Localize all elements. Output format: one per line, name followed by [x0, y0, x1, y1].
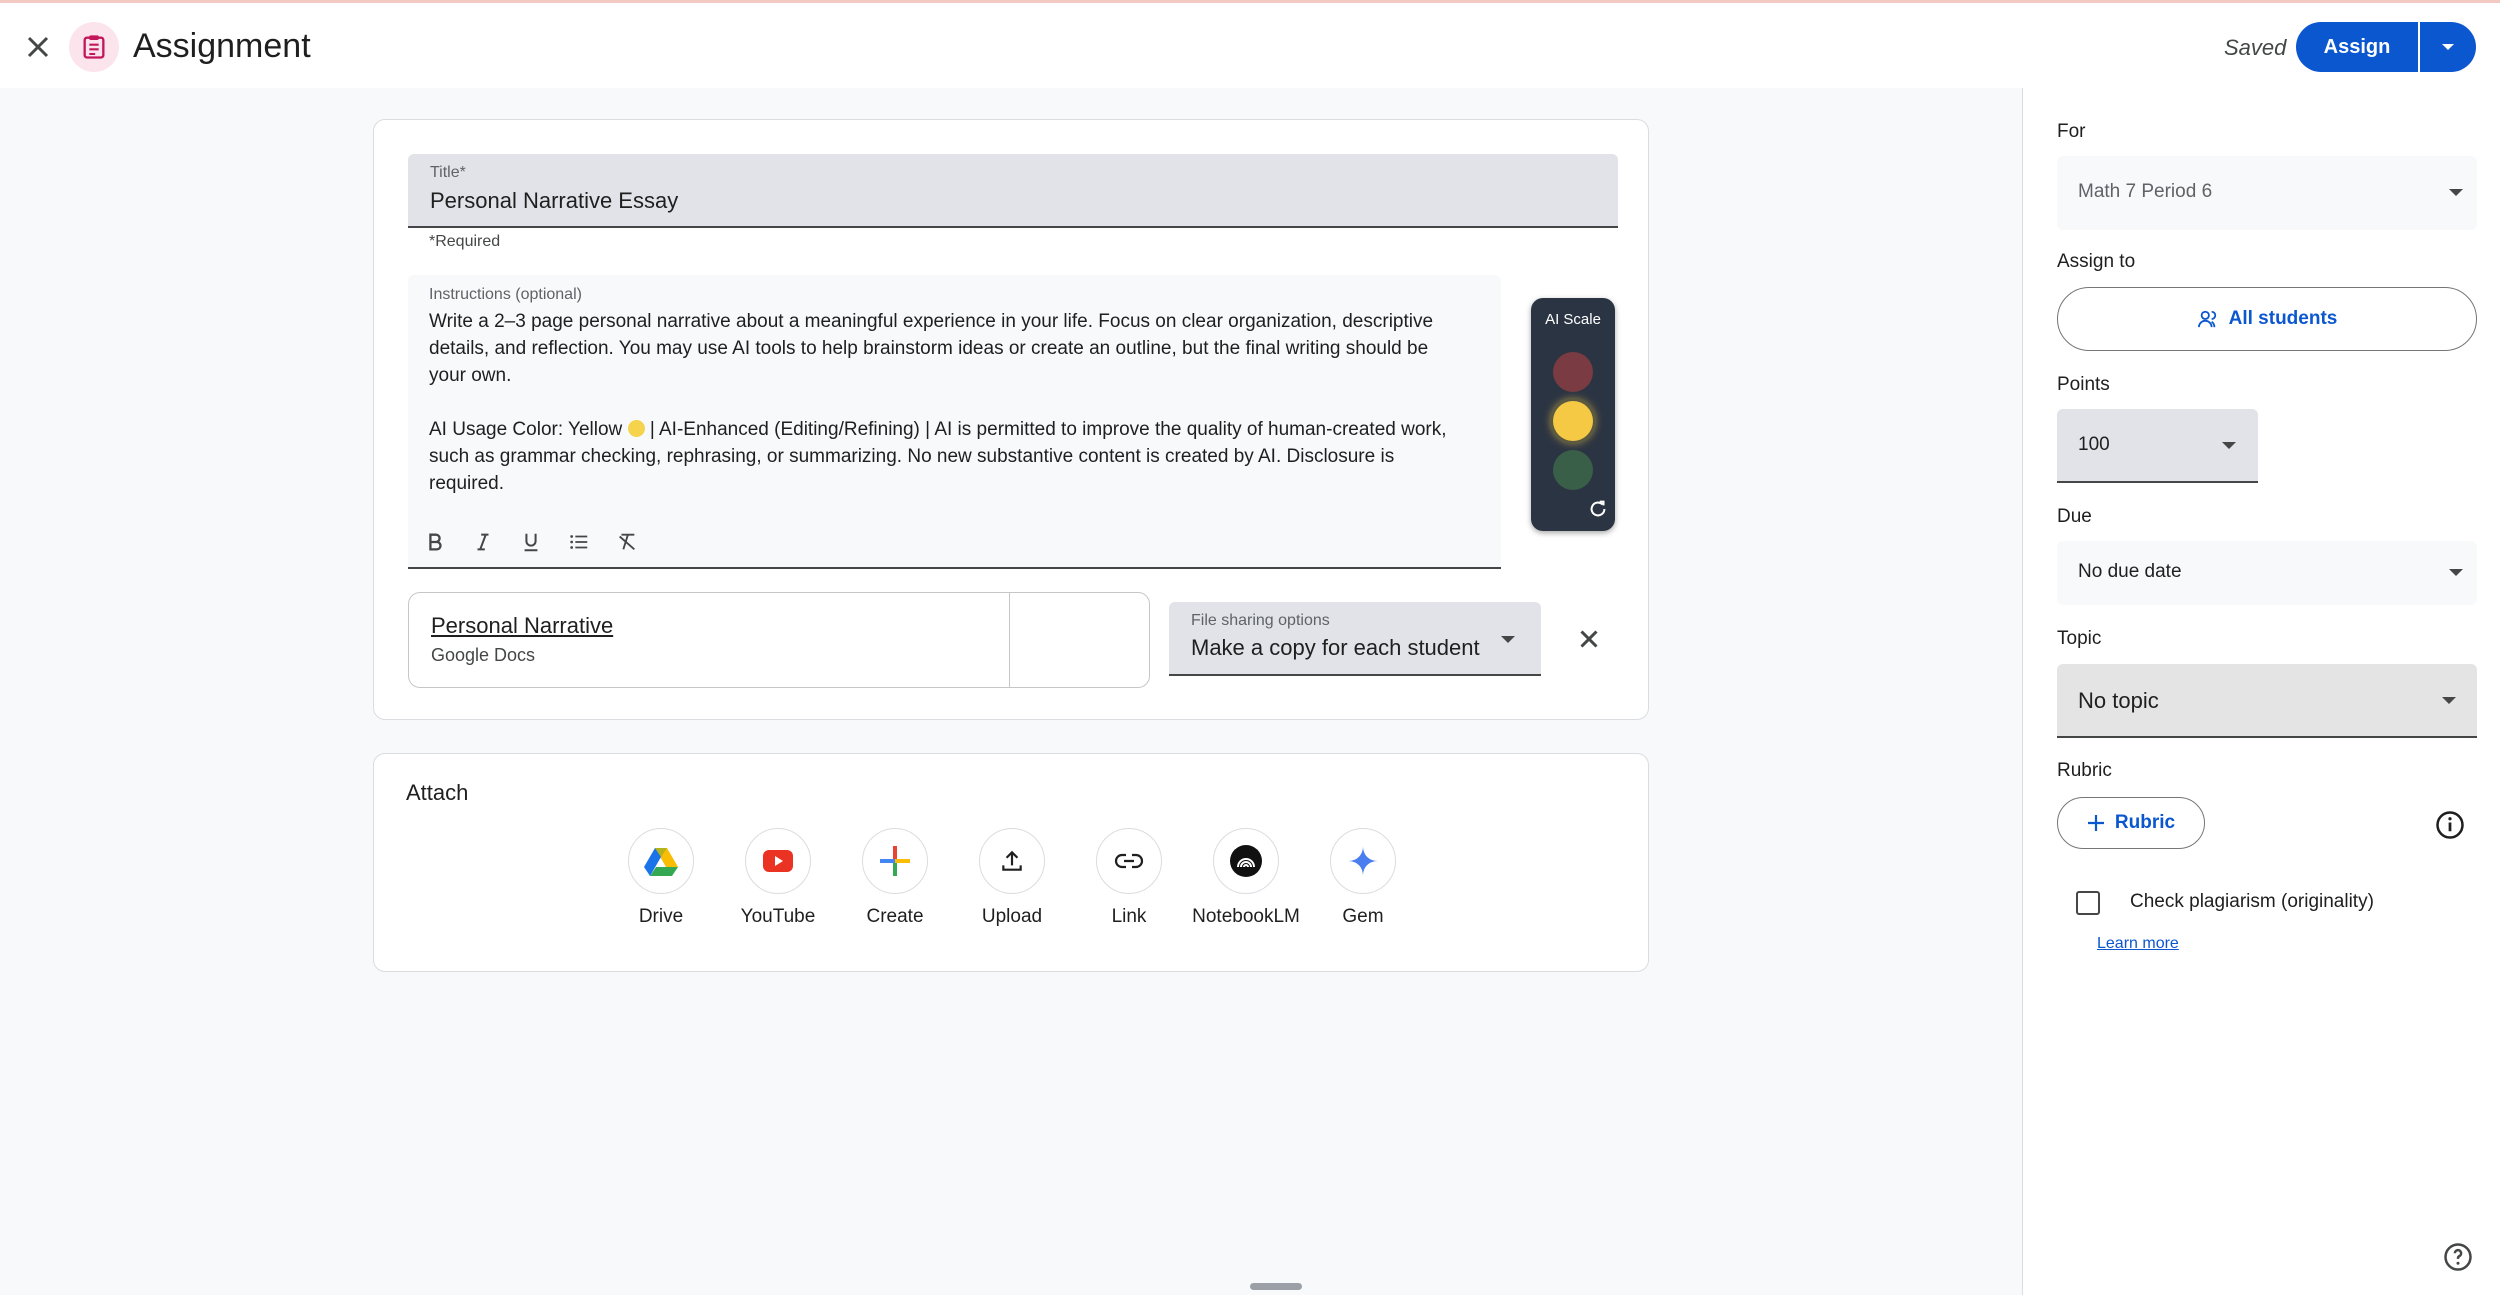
attach-card: Attach Drive YouTube Create Upload Link …	[373, 753, 1649, 972]
assign-options-button[interactable]	[2420, 22, 2476, 72]
underline-button[interactable]	[514, 525, 548, 559]
chevron-down-icon	[2222, 442, 2236, 449]
italic-icon	[477, 533, 489, 551]
notebooklm-icon	[1230, 845, 1262, 877]
title-field[interactable]: Title* Personal Narrative Essay	[408, 154, 1618, 228]
ai-scale-widget: AI Scale	[1531, 298, 1615, 531]
info-icon[interactable]	[2435, 810, 2465, 840]
attachment-type: Google Docs	[431, 645, 536, 665]
rubric-button-label: Rubric	[2114, 812, 2176, 833]
class-select-value: Math 7 Period 6	[2078, 181, 2213, 202]
attach-gem-button[interactable]: Gem	[1293, 828, 1433, 928]
link-icon	[1114, 853, 1144, 869]
required-note: *Required	[429, 233, 501, 250]
chevron-down-icon	[2449, 569, 2463, 576]
underline-icon	[524, 533, 538, 552]
instructions-text[interactable]: Write a 2–3 page personal narrative abou…	[429, 308, 1469, 524]
plagiarism-label: Check plagiarism (originality)	[2130, 891, 2374, 912]
drive-icon	[644, 848, 678, 876]
file-sharing-value: Make a copy for each student	[1191, 635, 1480, 660]
assign-to-label: Assign to	[2057, 251, 2136, 272]
saved-status: Saved	[2224, 35, 2287, 60]
assignment-icon	[69, 22, 119, 72]
ai-usage-prefix: AI Usage Color: Yellow	[429, 419, 623, 440]
yellow-circle-icon	[627, 420, 645, 437]
instructions-paragraph: Write a 2–3 page personal narrative abou…	[429, 311, 1434, 386]
ai-scale-green-light[interactable]	[1553, 450, 1593, 490]
remove-attachment-icon[interactable]	[1574, 624, 1604, 654]
create-icon	[880, 846, 910, 876]
refresh-icon[interactable]	[1587, 498, 1609, 520]
attachment-thumbnail[interactable]	[1009, 593, 1149, 687]
points-value: 100	[2078, 434, 2110, 455]
topic-select[interactable]: No topic	[2057, 664, 2477, 738]
title-input[interactable]: Personal Narrative Essay	[430, 188, 678, 214]
instructions-field[interactable]: Instructions (optional) Write a 2–3 page…	[408, 275, 1501, 569]
topic-value: No topic	[2078, 688, 2159, 713]
plagiarism-checkbox[interactable]	[2076, 891, 2100, 915]
attach-title: Attach	[406, 780, 469, 805]
chevron-down-icon	[2442, 697, 2456, 704]
clear-formatting-icon	[619, 533, 635, 551]
assignment-details-card: Title* Personal Narrative Essay *Require…	[373, 119, 1649, 720]
points-select[interactable]: 100	[2057, 409, 2258, 483]
formatting-toolbar	[418, 525, 644, 559]
plus-icon	[2087, 815, 2104, 831]
clear-formatting-button[interactable]	[610, 525, 644, 559]
attachment-chip[interactable]: Personal Narrative Google Docs	[408, 592, 1150, 688]
due-label: Due	[2057, 506, 2092, 527]
assign-to-value: All students	[2228, 308, 2338, 329]
youtube-icon	[763, 850, 793, 872]
due-date-select[interactable]: No due date	[2057, 541, 2477, 605]
attach-gem-label: Gem	[1342, 906, 1384, 927]
gem-icon	[1348, 846, 1378, 876]
chevron-down-icon	[2442, 44, 2454, 50]
file-sharing-label: File sharing options	[1191, 612, 1330, 629]
ai-scale-label: AI Scale	[1545, 311, 1601, 328]
file-sharing-select[interactable]: File sharing options Make a copy for eac…	[1169, 602, 1541, 676]
italic-button[interactable]	[466, 525, 500, 559]
bold-button[interactable]	[418, 525, 452, 559]
help-icon[interactable]	[2443, 1242, 2473, 1272]
ai-scale-red-light[interactable]	[1553, 352, 1593, 392]
assign-button[interactable]: Assign	[2296, 22, 2418, 72]
drag-handle[interactable]	[1250, 1283, 1302, 1290]
learn-more-link[interactable]: Learn more	[2097, 935, 2179, 953]
assignment-settings-sidebar: For Math 7 Period 6 Assign to All studen…	[2022, 88, 2500, 1295]
instructions-ai-usage: AI Usage Color: Yellow | AI-Enhanced (Ed…	[429, 416, 1469, 497]
upload-icon	[1002, 850, 1022, 871]
add-rubric-button[interactable]: Rubric	[2057, 797, 2205, 849]
group-icon	[2197, 310, 2216, 328]
chevron-down-icon	[2449, 189, 2463, 196]
for-label: For	[2057, 121, 2086, 142]
instructions-label: Instructions (optional)	[429, 286, 582, 303]
top-bar: Assignment Saved Assign	[0, 0, 2500, 88]
close-icon[interactable]	[20, 29, 56, 65]
assign-to-button[interactable]: All students	[2057, 287, 2477, 351]
ai-scale-yellow-light[interactable]	[1553, 401, 1593, 441]
rubric-label: Rubric	[2057, 760, 2112, 781]
class-select[interactable]: Math 7 Period 6	[2057, 156, 2477, 230]
page-title: Assignment	[133, 27, 311, 65]
attachment-title[interactable]: Personal Narrative	[431, 613, 613, 639]
bold-icon	[429, 533, 442, 551]
bulleted-list-button[interactable]	[562, 525, 596, 559]
points-label: Points	[2057, 374, 2110, 395]
title-label: Title*	[430, 164, 466, 181]
chevron-down-icon	[1501, 636, 1515, 643]
topic-label: Topic	[2057, 628, 2102, 649]
bulleted-list-icon	[570, 535, 588, 549]
due-date-value: No due date	[2078, 561, 2182, 582]
